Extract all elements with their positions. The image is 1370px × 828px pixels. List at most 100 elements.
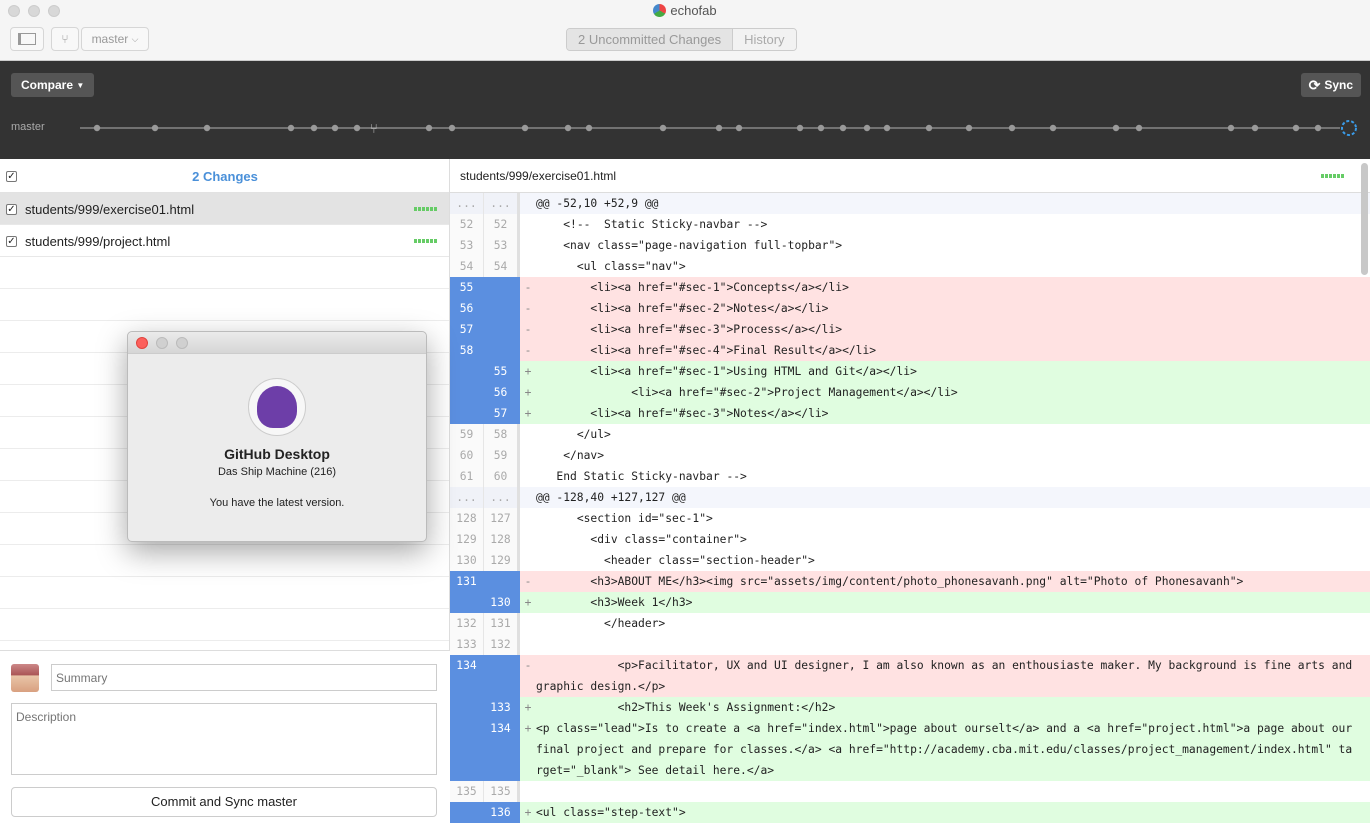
old-line-number: ... [450, 487, 484, 508]
about-dialog: GitHub Desktop Das Ship Machine (216) Yo… [127, 331, 427, 542]
code-text: <li><a href="#sec-2">Project Management<… [536, 382, 1370, 403]
commit-dot[interactable] [715, 124, 723, 132]
diff-line-del: 56 - <li><a href="#sec-2">Notes</a></li> [450, 298, 1370, 319]
diff-line-ctx: 52 52 <!-- Static Sticky-navbar --> [450, 214, 1370, 235]
dialog-zoom-button[interactable] [176, 337, 188, 349]
commit-dot[interactable] [1314, 124, 1322, 132]
commit-dot[interactable] [1227, 124, 1235, 132]
old-line-number [450, 403, 484, 424]
commit-dot[interactable] [585, 124, 593, 132]
branch-select[interactable]: master ⌵ [81, 27, 149, 51]
uncommitted-changes-indicator[interactable] [1341, 120, 1357, 136]
sync-button[interactable]: ⟳ Sync [1300, 73, 1361, 97]
new-line-number: 133 [484, 697, 520, 718]
new-line-number: 132 [484, 634, 520, 655]
empty-row [0, 257, 449, 289]
diff-line-add: 56 + <li><a href="#sec-2">Project Managem… [450, 382, 1370, 403]
tab-uncommitted-changes[interactable]: 2 Uncommitted Changes [567, 29, 733, 50]
commit-dot[interactable] [1112, 124, 1120, 132]
new-line-number: 135 [484, 781, 520, 802]
commit-dot[interactable] [965, 124, 973, 132]
dialog-close-button[interactable] [136, 337, 148, 349]
diffstat-icon [414, 207, 437, 211]
diff-sign [520, 235, 536, 256]
diff-line-add: 133 + <h2>This Week's Assignment:</h2> [450, 697, 1370, 718]
diff-sign: - [520, 319, 536, 340]
commit-dot[interactable] [1251, 124, 1259, 132]
old-line-number: 130 [450, 550, 484, 571]
diff-scrollbar[interactable] [1361, 163, 1368, 275]
code-text: <li><a href="#sec-3">Process</a></li> [536, 319, 1370, 340]
code-text: <div class="container"> [536, 533, 747, 546]
compare-button[interactable]: Compare ▼ [11, 73, 95, 97]
commit-dot[interactable] [925, 124, 933, 132]
diff-line-add: 136 + <ul class="step-text"> [450, 802, 1370, 823]
commit-dot[interactable] [1135, 124, 1143, 132]
commit-dot[interactable] [151, 124, 159, 132]
empty-row [0, 577, 449, 609]
file-name: students/999/exercise01.html [25, 202, 195, 217]
code-text: </header> [536, 617, 666, 630]
commit-button[interactable]: Commit and Sync master [11, 787, 437, 817]
summary-input[interactable] [51, 664, 437, 691]
diff-sign: - [520, 655, 536, 697]
commit-dot[interactable] [796, 124, 804, 132]
changes-header: ✓ 2 Changes [0, 159, 449, 193]
commit-dot[interactable] [839, 124, 847, 132]
file-checkbox[interactable]: ✓ [6, 204, 17, 215]
diff-line-ctx: 130 129 <header class="section-header"> [450, 550, 1370, 571]
new-line-number [484, 340, 520, 361]
commit-dot[interactable] [287, 124, 295, 132]
diff-sign [520, 613, 536, 634]
file-row[interactable]: ✓ students/999/project.html [0, 225, 449, 257]
dialog-minimize-button[interactable] [156, 337, 168, 349]
diff-sign: - [520, 277, 536, 298]
commit-dot[interactable] [1292, 124, 1300, 132]
old-line-number: 129 [450, 529, 484, 550]
compare-bar: Compare ▼ ⟳ Sync master ⑂ [0, 61, 1370, 159]
diff-sign: + [520, 361, 536, 382]
file-row[interactable]: ✓ students/999/exercise01.html [0, 193, 449, 225]
new-branch-button[interactable]: ⑂ [51, 27, 79, 51]
commit-dot[interactable] [521, 124, 529, 132]
diff-sign: + [520, 592, 536, 613]
description-input[interactable] [11, 703, 437, 775]
branch-icon: ⑂ [61, 32, 69, 46]
commit-dot[interactable] [817, 124, 825, 132]
commit-dot[interactable] [310, 124, 318, 132]
commit-dot[interactable] [883, 124, 891, 132]
diff-file-path: students/999/exercise01.html [460, 169, 617, 183]
commit-dot[interactable] [203, 124, 211, 132]
commit-dot[interactable] [863, 124, 871, 132]
branch-point-icon: ⑂ [370, 121, 378, 136]
diff-sign [520, 487, 536, 508]
old-line-number [450, 592, 484, 613]
toggle-sidebar-button[interactable] [10, 27, 44, 51]
commit-dot[interactable] [735, 124, 743, 132]
diff-line-ctx: 53 53 <nav class="page-navigation full-to… [450, 235, 1370, 256]
diff-line-del: 57 - <li><a href="#sec-3">Process</a></li… [450, 319, 1370, 340]
commit-dot[interactable] [1049, 124, 1057, 132]
new-line-number: 54 [484, 256, 520, 277]
diff-line-add: 134 + <p class="lead">Is to create a <a hr… [450, 718, 1370, 781]
commit-dot[interactable] [331, 124, 339, 132]
avatar [11, 664, 39, 692]
file-checkbox[interactable]: ✓ [6, 236, 17, 247]
commit-dot[interactable] [353, 124, 361, 132]
tab-history[interactable]: History [732, 29, 796, 50]
commit-dot[interactable] [1008, 124, 1016, 132]
repo-icon [653, 4, 667, 17]
commit-dot[interactable] [425, 124, 433, 132]
commit-dot[interactable] [448, 124, 456, 132]
commit-dot[interactable] [659, 124, 667, 132]
commit-dot[interactable] [564, 124, 572, 132]
diff-line-ctx: 59 58 </ul> [450, 424, 1370, 445]
diff-sign: - [520, 298, 536, 319]
commit-dot[interactable] [93, 124, 101, 132]
about-version: Das Ship Machine (216) [217, 466, 336, 478]
diff-sign [520, 214, 536, 235]
code-text: <section id="sec-1"> [536, 512, 713, 525]
sync-icon: ⟳ [1308, 76, 1321, 93]
empty-row [0, 609, 449, 641]
